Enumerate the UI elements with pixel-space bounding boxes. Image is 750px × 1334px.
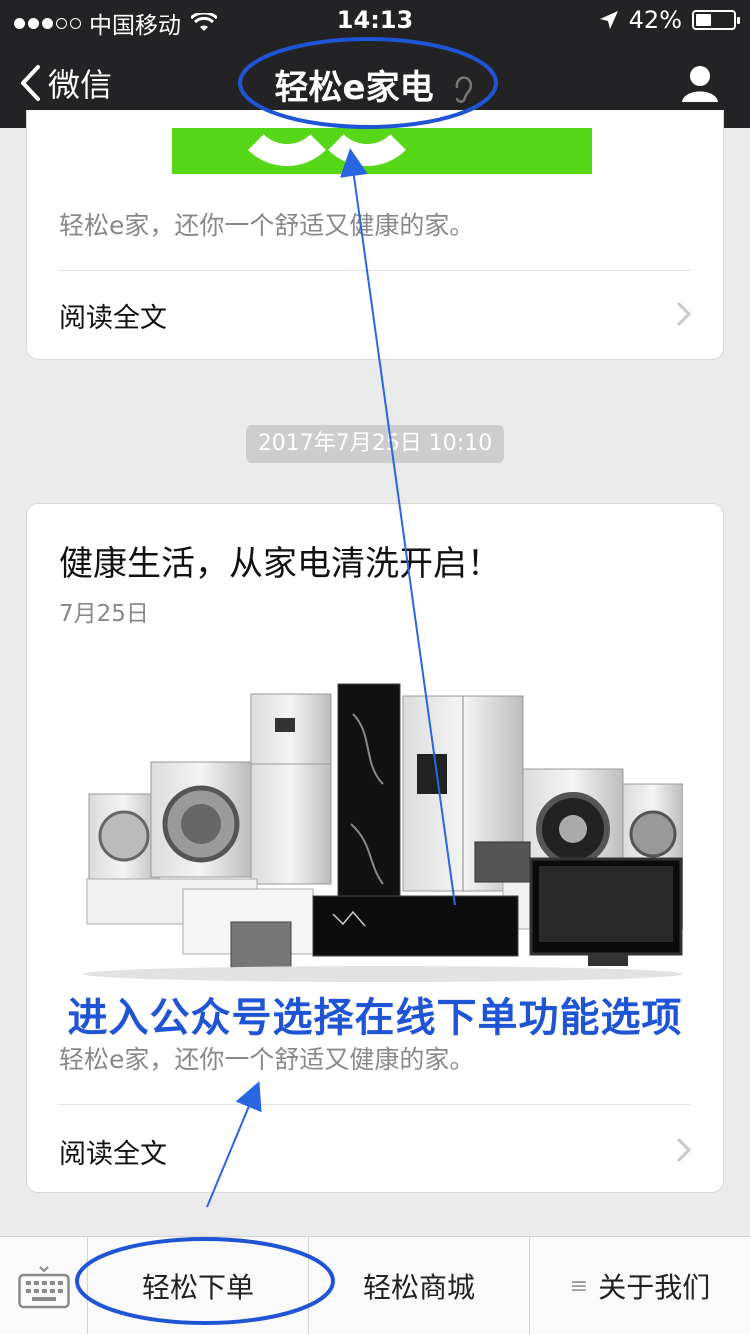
page-title: 轻松e家电 bbox=[0, 60, 750, 109]
article-date: 7月25日 bbox=[59, 601, 149, 627]
page-title-text: 轻松e家电 bbox=[274, 68, 434, 108]
profile-icon[interactable] bbox=[680, 64, 720, 104]
menu-item-mall[interactable]: 轻松商城 bbox=[309, 1237, 530, 1334]
tutorial-annotation-caption: 进入公众号选择在线下单功能选项 bbox=[67, 995, 683, 1041]
bottom-menu-bar: 轻松下单 轻松商城 ≡ 关于我们 bbox=[0, 1236, 750, 1334]
appliances-cover-image bbox=[83, 683, 683, 982]
article-card[interactable]: 健康生活，从家电清洗开启！ 7月25日 轻松e家，还你一个舒适又健康的家。 阅读… bbox=[26, 503, 724, 1193]
article-card-prev[interactable]: 轻松e家，还你一个舒适又健康的家。 阅读全文 bbox=[26, 110, 724, 360]
battery-percent: 42% bbox=[628, 6, 682, 34]
ear-icon bbox=[456, 75, 473, 103]
read-all-link-prev[interactable]: 阅读全文 bbox=[59, 296, 167, 335]
submenu-icon: ≡ bbox=[569, 1273, 589, 1299]
menu-item-label: 轻松商城 bbox=[362, 1271, 475, 1304]
menu-item-about[interactable]: ≡ 关于我们 bbox=[530, 1237, 750, 1334]
menu-item-label: 关于我们 bbox=[598, 1271, 711, 1304]
article-summary: 轻松e家，还你一个舒适又健康的家。 bbox=[59, 1045, 475, 1074]
status-bar: 中国移动 14:13 42% bbox=[0, 0, 750, 40]
keyboard-toggle-button[interactable] bbox=[0, 1237, 88, 1334]
keyboard-icon bbox=[18, 1266, 70, 1309]
menu-item-label: 轻松下单 bbox=[141, 1271, 254, 1304]
menu-item-order[interactable]: 轻松下单 bbox=[88, 1237, 309, 1334]
article-title: 健康生活，从家电清洗开启！ bbox=[59, 544, 501, 584]
divider bbox=[59, 1104, 691, 1105]
chevron-right-icon bbox=[676, 301, 692, 327]
read-all-link[interactable]: 阅读全文 bbox=[59, 1132, 167, 1171]
article-cover-image-prev bbox=[172, 128, 592, 174]
divider bbox=[59, 270, 691, 271]
location-arrow-icon bbox=[599, 11, 618, 29]
battery-icon bbox=[692, 10, 740, 30]
article-summary-prev: 轻松e家，还你一个舒适又健康的家。 bbox=[59, 211, 475, 240]
message-timestamp: 2017年7月25日 10:10 bbox=[246, 425, 504, 463]
status-right: 42% bbox=[599, 6, 740, 34]
chevron-right-icon bbox=[676, 1137, 692, 1163]
